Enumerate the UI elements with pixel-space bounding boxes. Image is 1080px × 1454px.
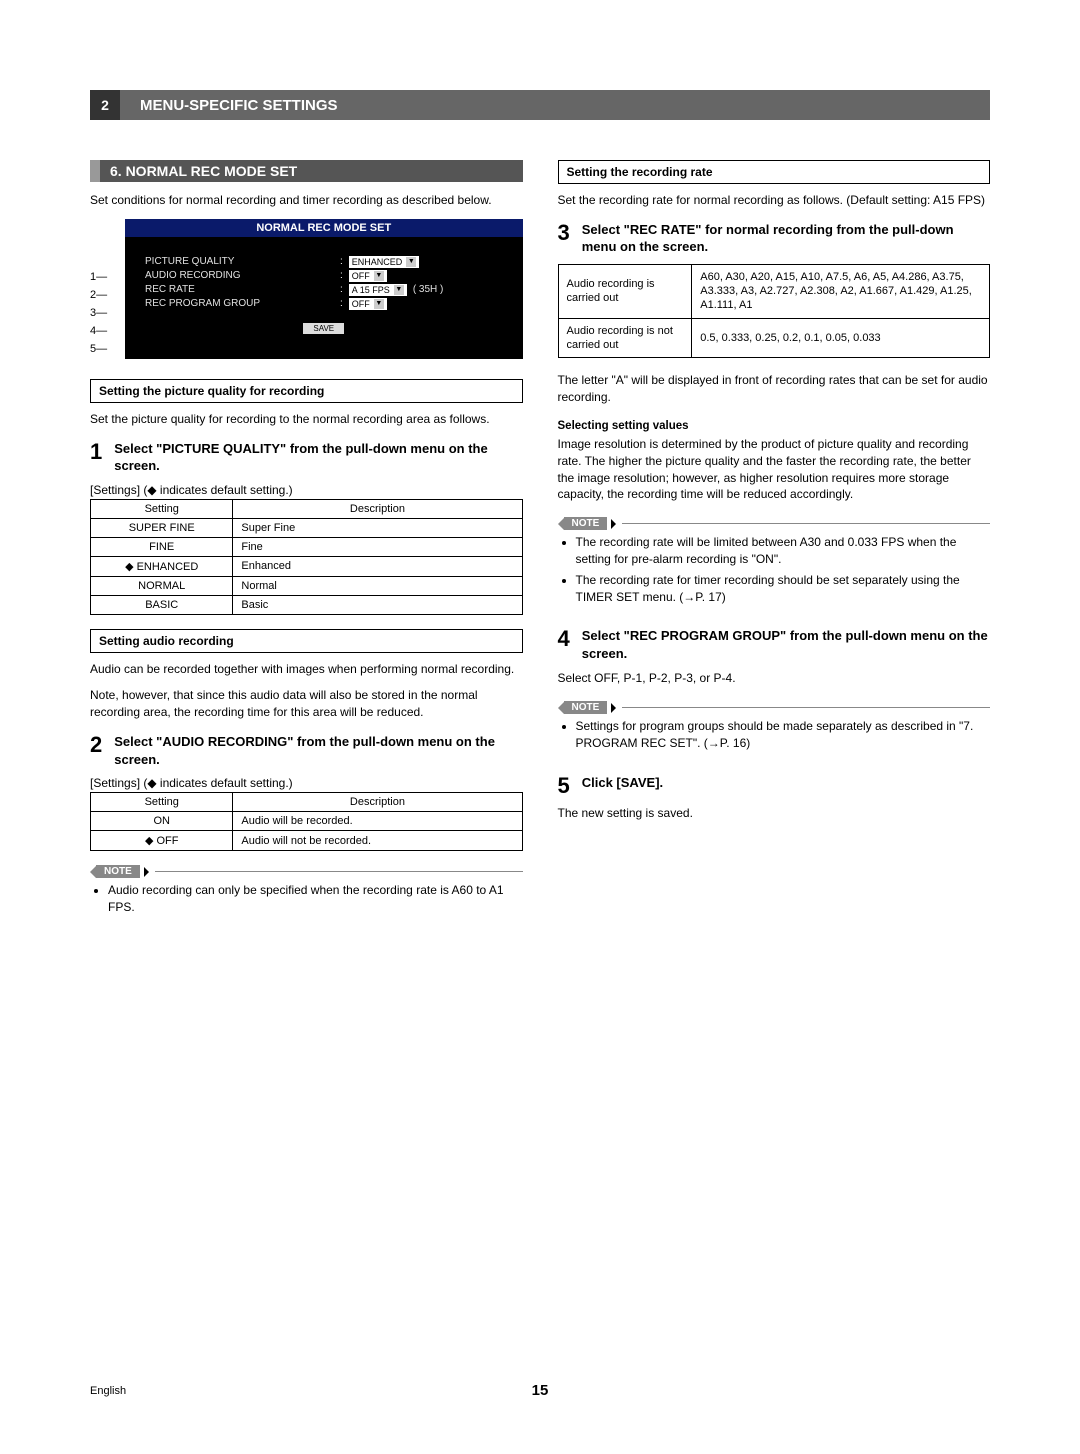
note-bar: NOTE (558, 701, 991, 714)
picture-quality-select[interactable]: ENHANCED▼ (349, 256, 420, 268)
table-row: Audio recording is not carried out0.5, 0… (558, 318, 990, 358)
table-row: ONAudio will be recorded. (91, 812, 523, 831)
audio-recording-table: Setting Description ONAudio will be reco… (90, 792, 523, 851)
note-list: Audio recording can only be specified wh… (90, 882, 523, 916)
table-row: FINEFine (91, 537, 523, 556)
note-bar: NOTE (90, 865, 523, 878)
chevron-down-icon: ▼ (374, 271, 384, 281)
body-text: The new setting is saved. (558, 805, 991, 822)
audio-recording-label: AUDIO RECORDING (145, 270, 340, 281)
note-item: Audio recording can only be specified wh… (108, 882, 523, 916)
right-column: Setting the recording rate Set the recor… (558, 160, 991, 920)
settings-caption: [Settings] (◆ indicates default setting.… (90, 483, 523, 497)
step-text: Click [SAVE]. (582, 774, 990, 792)
table-row: BASICBasic (91, 595, 523, 614)
rec-rate-hours: ( 35H ) (413, 284, 444, 295)
picture-quality-label: PICTURE QUALITY (145, 256, 340, 267)
step-text: Select "PICTURE QUALITY" from the pull-d… (114, 440, 522, 475)
chapter-title: MENU-SPECIFIC SETTINGS (120, 97, 338, 114)
step-text: Select "REC RATE" for normal recording f… (582, 221, 990, 256)
arrow-right-icon (611, 703, 616, 713)
save-button[interactable]: SAVE (303, 323, 344, 334)
rec-program-label: REC PROGRAM GROUP (145, 298, 340, 309)
step-3: 3 Select "REC RATE" for normal recording… (558, 221, 991, 256)
arrow-right-icon (611, 519, 616, 529)
picture-quality-table: Setting Description SUPER FINESuper Fine… (90, 499, 523, 615)
note-label: NOTE (564, 701, 608, 714)
note-list: The recording rate will be limited betwe… (558, 534, 991, 605)
table-row: ◆ ENHANCEDEnhanced (91, 556, 523, 576)
body-text: Set the recording rate for normal record… (558, 192, 991, 209)
sub-heading-audio: Setting audio recording (90, 629, 523, 653)
step-number: 1 (90, 440, 102, 463)
step-number: 2 (90, 733, 102, 756)
page-number: 15 (532, 1382, 549, 1399)
step-4: 4 Select "REC PROGRAM GROUP" from the pu… (558, 627, 991, 662)
note-bar: NOTE (558, 517, 991, 530)
body-text: Set the picture quality for recording to… (90, 411, 523, 428)
body-text: Image resolution is determined by the pr… (558, 436, 991, 503)
gui-screenshot: 1 — 2 — 3 — 4 — 5 — NORMAL REC MODE SET … (90, 219, 523, 359)
step-text: Select "REC PROGRAM GROUP" from the pull… (582, 627, 990, 662)
note-label: NOTE (564, 517, 608, 530)
chapter-header: 2 MENU-SPECIFIC SETTINGS (90, 90, 990, 120)
rec-rate-table: Audio recording is carried outA60, A30, … (558, 264, 991, 358)
arrow-right-icon (144, 867, 149, 877)
note-item: The recording rate for timer recording s… (576, 572, 991, 606)
body-text: Audio can be recorded together with imag… (90, 661, 523, 678)
settings-caption: [Settings] (◆ indicates default setting.… (90, 776, 523, 790)
note-item: Settings for program groups should be ma… (576, 718, 991, 752)
left-column: 6. NORMAL REC MODE SET Set conditions fo… (90, 160, 523, 920)
step-text: Select "AUDIO RECORDING" from the pull-d… (114, 733, 522, 768)
table-row: Audio recording is carried outA60, A30, … (558, 264, 990, 318)
note-item: The recording rate will be limited betwe… (576, 534, 991, 568)
table-row: ◆ OFFAudio will not be recorded. (91, 831, 523, 851)
note-list: Settings for program groups should be ma… (558, 718, 991, 752)
note-label: NOTE (96, 865, 140, 878)
rec-rate-label: REC RATE (145, 284, 340, 295)
chevron-down-icon: ▼ (374, 299, 384, 309)
gui-callouts: 1 — 2 — 3 — 4 — 5 — (90, 219, 125, 358)
audio-recording-select[interactable]: OFF▼ (349, 270, 387, 282)
rec-rate-select[interactable]: A 15 FPS▼ (349, 284, 407, 296)
section-intro: Set conditions for normal recording and … (90, 192, 523, 209)
step-2: 2 Select "AUDIO RECORDING" from the pull… (90, 733, 523, 768)
body-text: Note, however, that since this audio dat… (90, 687, 523, 721)
chevron-down-icon: ▼ (406, 257, 416, 267)
step-5: 5 Click [SAVE]. (558, 774, 991, 797)
chapter-number: 2 (90, 90, 120, 120)
step-1: 1 Select "PICTURE QUALITY" from the pull… (90, 440, 523, 475)
table-row: SUPER FINESuper Fine (91, 518, 523, 537)
selecting-heading: Selecting setting values (558, 420, 991, 432)
chevron-down-icon: ▼ (394, 285, 404, 295)
table-row: NORMALNormal (91, 576, 523, 595)
step-number: 5 (558, 774, 570, 797)
page-footer: English 15 (90, 1382, 990, 1399)
step-number: 3 (558, 221, 570, 244)
footer-language: English (90, 1385, 190, 1397)
sub-heading-rec-rate: Setting the recording rate (558, 160, 991, 184)
body-text: Select OFF, P-1, P-2, P-3, or P-4. (558, 670, 991, 687)
step-number: 4 (558, 627, 570, 650)
body-text: The letter "A" will be displayed in fron… (558, 372, 991, 406)
gui-panel-title: NORMAL REC MODE SET (125, 219, 523, 237)
section-title: 6. NORMAL REC MODE SET (90, 160, 523, 182)
rec-program-select[interactable]: OFF▼ (349, 298, 387, 310)
sub-heading-picture-quality: Setting the picture quality for recordin… (90, 379, 523, 403)
